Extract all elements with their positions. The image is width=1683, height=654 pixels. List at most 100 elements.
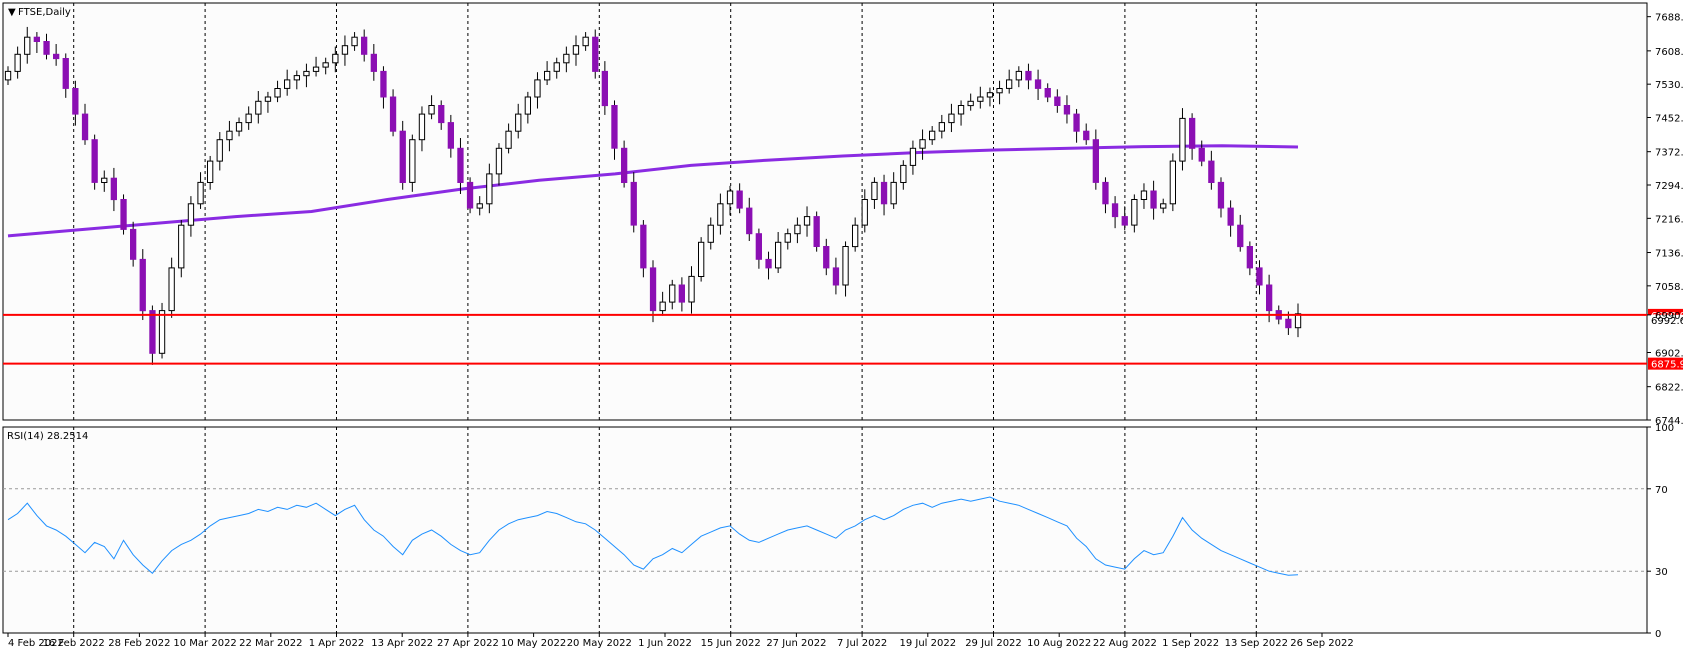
candle-body: [389, 96, 397, 132]
candle-body: [33, 36, 41, 43]
candle-body: [765, 258, 772, 269]
candle-body: [438, 105, 445, 124]
candle-body: [515, 113, 522, 132]
candle-body: [1121, 216, 1128, 226]
candle-body: [43, 41, 50, 55]
candle-body: [62, 58, 69, 89]
candle-body: [871, 181, 878, 200]
candle-body: [592, 36, 599, 72]
rsi-panel: 100 70 30 0 RSI(14) 28.2514: [2, 423, 1674, 640]
price-panel: 6990.06875.96992.6 7688.07608.07530.0745…: [2, 2, 1683, 427]
date-tick-label: 20 May 2022: [567, 638, 632, 649]
candle-body: [630, 181, 637, 226]
date-tick-label: 13 Sep 2022: [1225, 638, 1288, 649]
candle-body: [572, 45, 580, 55]
candle-body: [72, 88, 79, 115]
candle-body: [1198, 147, 1205, 162]
candle-body: [544, 70, 551, 81]
date-tick-label: 19 Jul 2022: [899, 638, 956, 649]
date-tick-label: 29 Jul 2022: [965, 638, 1022, 649]
candle-body: [909, 147, 917, 166]
candle-body: [611, 105, 618, 149]
date-tick-label: 27 Jun 2022: [766, 638, 826, 649]
date-tick-label: 1 Apr 2022: [309, 638, 364, 649]
candle-body: [418, 113, 426, 141]
candle-body: [1131, 199, 1138, 226]
candle-body: [332, 53, 339, 64]
candle-body: [1025, 70, 1032, 81]
rsi-tick-label: 100: [1655, 423, 1674, 434]
rsi-tick-label: 30: [1655, 567, 1668, 578]
candle-body: [476, 203, 483, 209]
candle-body: [505, 130, 512, 149]
date-tick-label: 1 Jun 2022: [638, 638, 692, 649]
candle-body: [187, 203, 195, 226]
candle-body: [553, 62, 560, 72]
chart-canvas: 6990.06875.96992.6 7688.07608.07530.0745…: [0, 0, 1683, 654]
candle-body: [1246, 246, 1253, 269]
date-tick-label: 1 Sep 2022: [1162, 638, 1219, 649]
candle-body: [957, 105, 965, 115]
candle-body: [110, 177, 117, 201]
candle-body: [457, 147, 464, 184]
date-tick-label: 16 Feb 2022: [43, 638, 105, 649]
candle-body: [919, 139, 926, 149]
date-tick-label: 27 Apr 2022: [437, 638, 499, 649]
price-tick-label: 7136.0: [1655, 249, 1683, 260]
price-tick-label: 7372.0: [1655, 148, 1683, 159]
candle-body: [803, 216, 811, 226]
candle-body: [649, 267, 657, 312]
candle-body: [1179, 117, 1186, 162]
candle-body: [361, 36, 368, 55]
candle-body: [746, 207, 753, 235]
candle-body: [1217, 181, 1225, 209]
candle-body: [1140, 190, 1148, 200]
candle-body: [158, 310, 166, 354]
rsi-tick-label: 70: [1655, 485, 1668, 496]
candle-body: [698, 241, 705, 278]
price-tick-label: 7530.0: [1655, 80, 1683, 91]
candle-body: [688, 275, 695, 303]
candle-body: [1092, 139, 1099, 183]
candle-body: [1063, 105, 1071, 115]
candle-body: [130, 228, 137, 260]
candle-body: [582, 36, 589, 47]
candle-body: [1237, 224, 1244, 248]
candle-body: [168, 267, 175, 312]
candle-body: [1189, 117, 1196, 149]
candle-body: [1169, 160, 1176, 205]
candle-body: [678, 284, 686, 303]
date-tick-label: 28 Feb 2022: [108, 638, 170, 649]
candle-body: [775, 241, 782, 269]
candle-body: [1083, 130, 1090, 141]
candle-body: [1266, 284, 1273, 312]
price-tick-label: 7058.0: [1655, 282, 1683, 293]
candle-body: [14, 53, 21, 72]
date-tick-label: 7 Jul 2022: [837, 638, 887, 649]
candle-body: [139, 258, 146, 312]
candle-body: [120, 199, 127, 230]
price-tick-label: 7294.0: [1655, 181, 1683, 192]
candle-body: [1256, 267, 1263, 286]
candle-body: [784, 233, 791, 243]
candle-body: [890, 181, 897, 205]
candle-body: [852, 224, 859, 248]
candle-body: [996, 88, 1003, 94]
candle-body: [823, 246, 830, 269]
candle-body: [929, 130, 936, 141]
candle-body: [312, 66, 320, 72]
candle-body: [370, 53, 378, 72]
date-tick-label: 15 Jun 2022: [701, 638, 761, 649]
candle-body: [409, 139, 416, 183]
candle-body: [178, 224, 185, 269]
candle-body: [842, 246, 849, 286]
date-tick-label: 10 Mar 2022: [173, 638, 236, 649]
candle-body: [813, 216, 820, 248]
rsi-title: RSI(14) 28.2514: [7, 431, 88, 442]
candle-body: [226, 130, 233, 141]
candle-body: [938, 122, 946, 132]
candle-body: [4, 70, 12, 81]
candle-body: [726, 190, 734, 205]
rsi-panel-frame: [2, 426, 1648, 634]
candle-body: [428, 105, 435, 115]
